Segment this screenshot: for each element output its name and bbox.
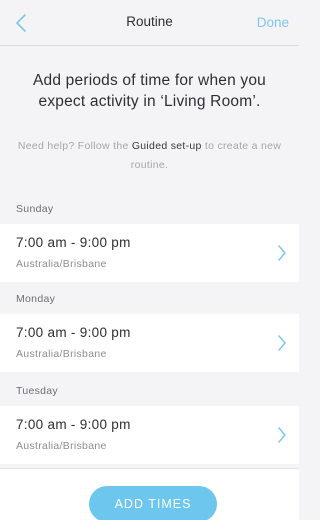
done-button[interactable]: Done: [257, 13, 289, 33]
day-label-monday: Monday: [16, 293, 56, 305]
page-title: Routine: [126, 14, 173, 29]
nav-header: Routine Done: [0, 0, 299, 46]
routine-time: 7:00 am - 9:00 pm: [16, 325, 131, 340]
guided-setup-link[interactable]: Guided set-up: [132, 140, 202, 152]
routine-row-sunday[interactable]: 7:00 am - 9:00 pm Australia/Brisbane: [0, 224, 299, 282]
day-label-sunday: Sunday: [16, 203, 54, 215]
footer-bar: ADD TIMES: [0, 468, 299, 520]
chevron-right-icon: [275, 425, 289, 445]
intro-text: Add periods of time for when you expect …: [33, 72, 266, 110]
add-times-button[interactable]: ADD TIMES: [89, 486, 217, 520]
chevron-right-icon: [275, 333, 289, 353]
help-prefix: Need help? Follow the: [17, 140, 132, 152]
chevron-right-icon: [275, 243, 289, 263]
routine-row-monday[interactable]: 7:00 am - 9:00 pm Australia/Brisbane: [0, 314, 299, 372]
day-label-tuesday: Tuesday: [16, 385, 58, 397]
routine-timezone: Australia/Brisbane: [16, 258, 107, 270]
help-text: Need help? Follow the Guided set-up to c…: [14, 137, 285, 175]
routine-row-tuesday[interactable]: 7:00 am - 9:00 pm Australia/Brisbane: [0, 406, 299, 464]
routine-time: 7:00 am - 9:00 pm: [16, 235, 131, 250]
routine-time: 7:00 am - 9:00 pm: [16, 417, 131, 432]
routine-timezone: Australia/Brisbane: [16, 348, 107, 360]
routine-timezone: Australia/Brisbane: [16, 440, 107, 452]
